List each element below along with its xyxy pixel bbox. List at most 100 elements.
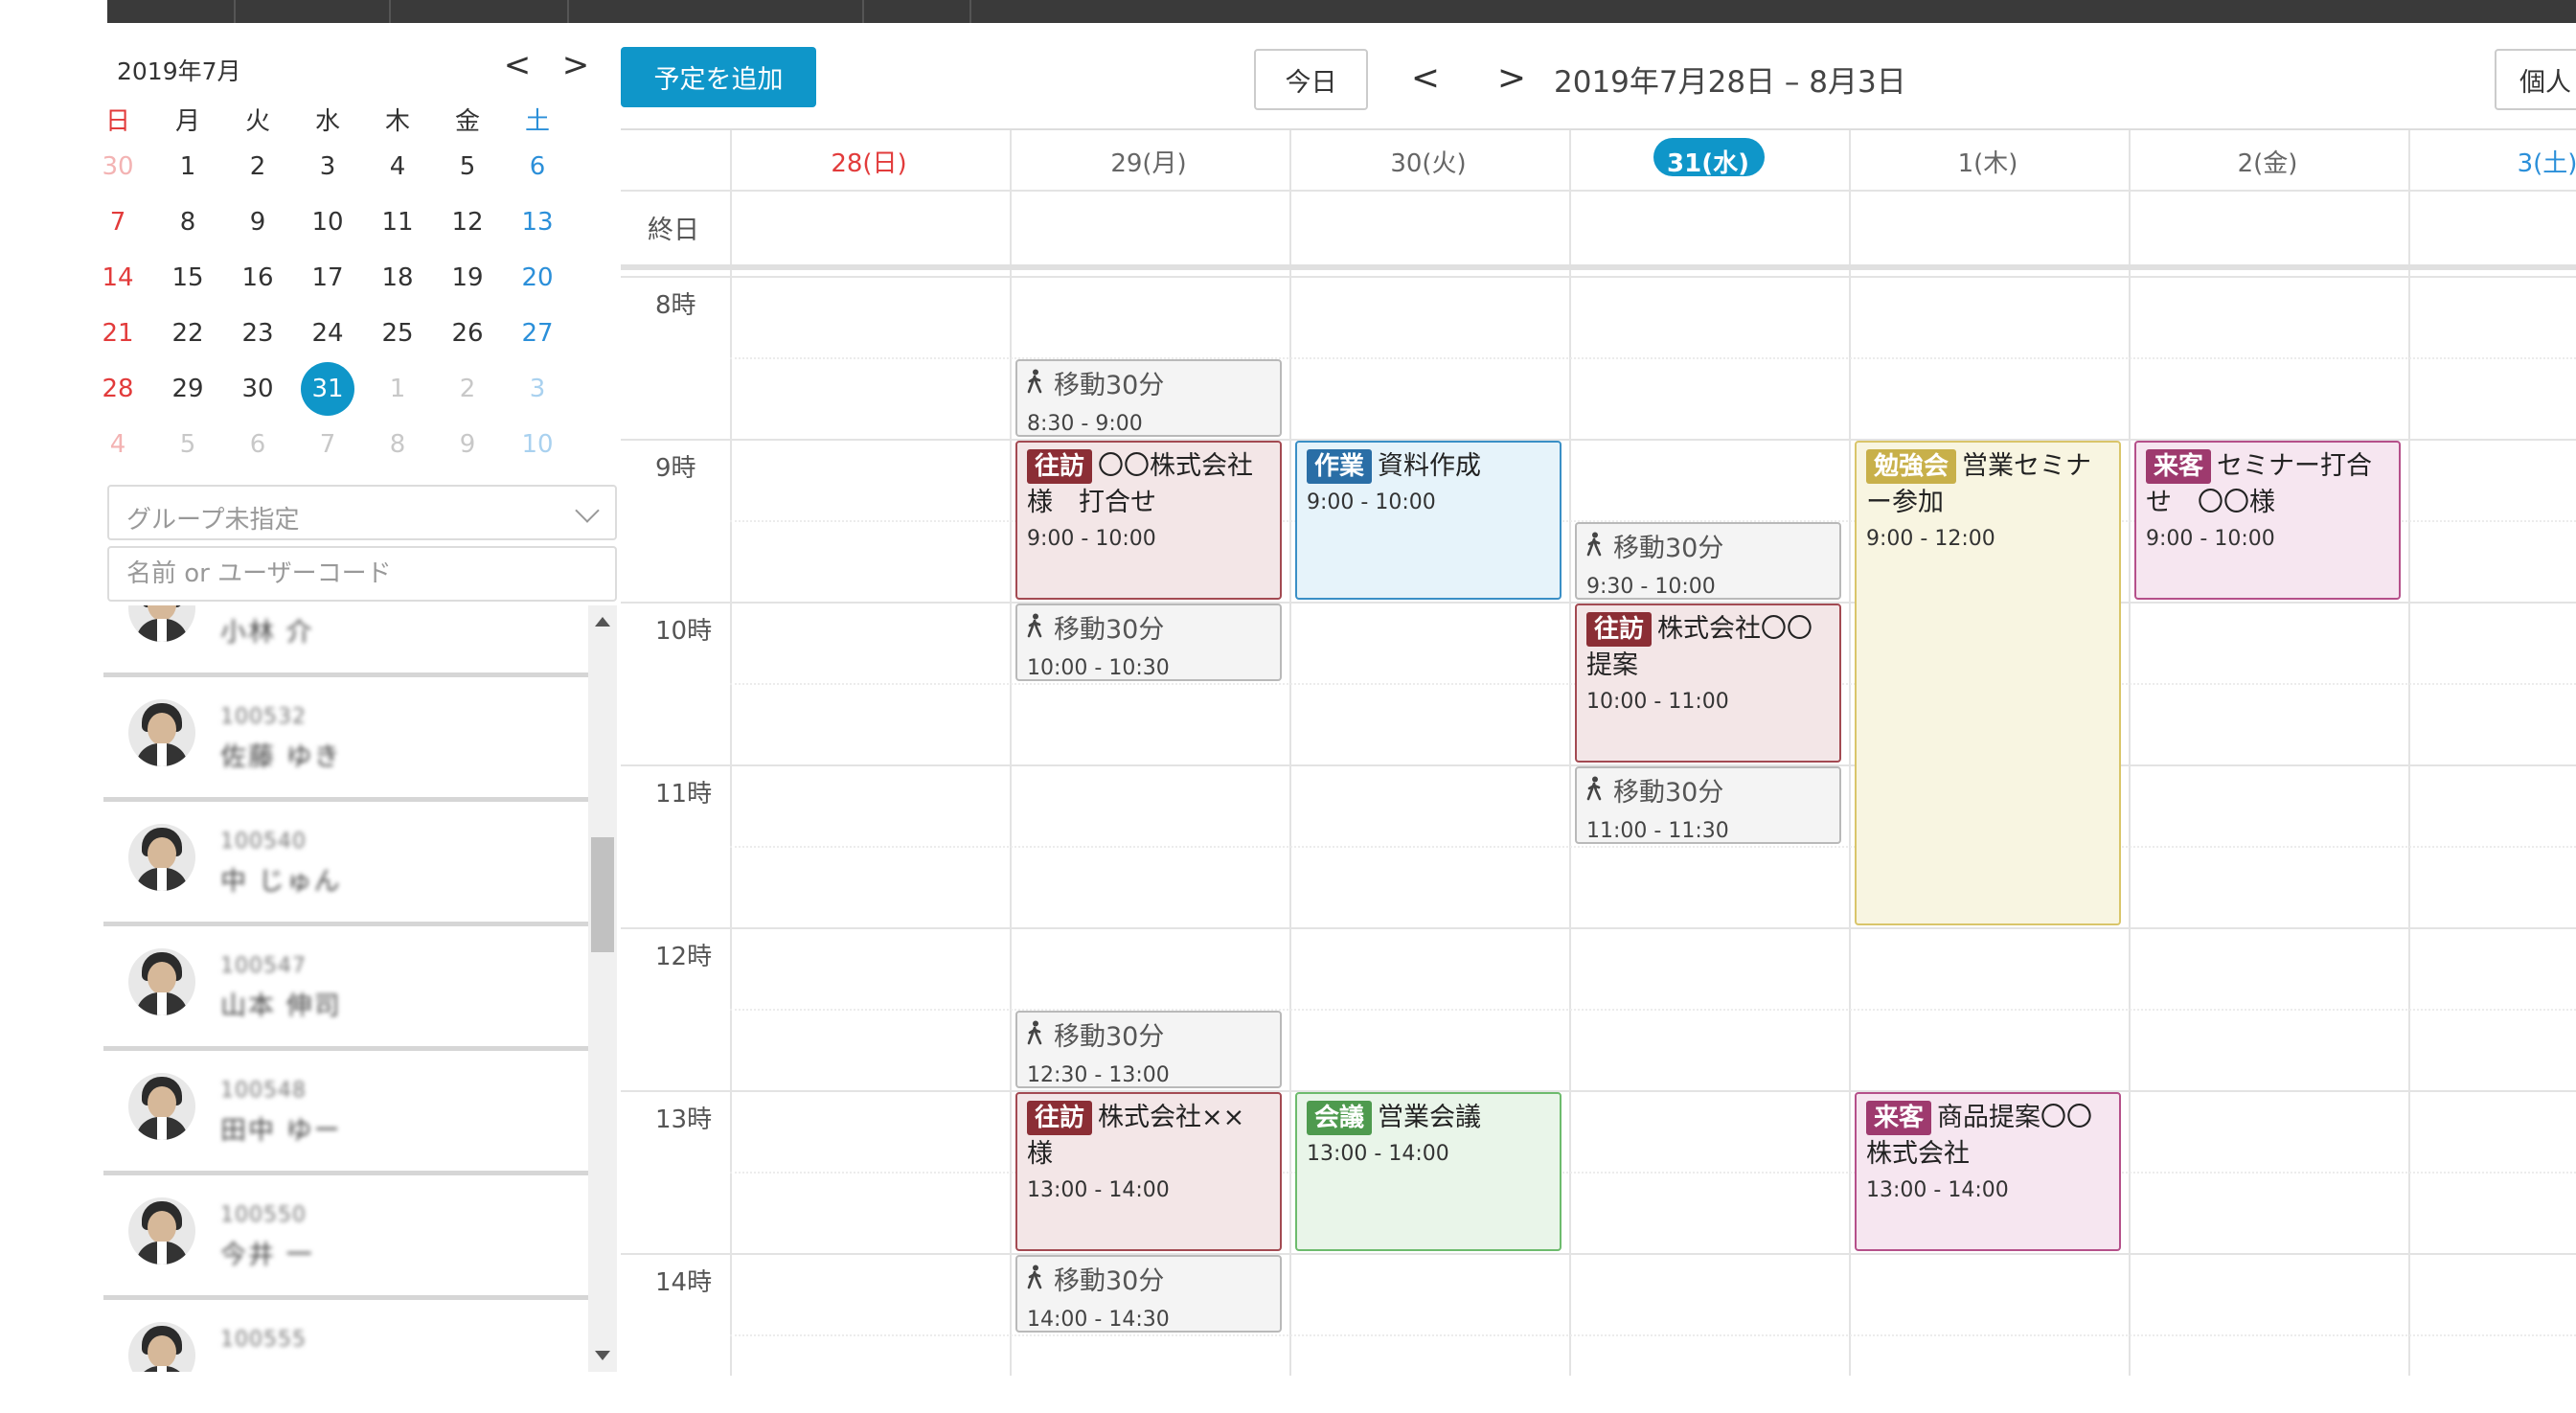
calendar-event[interactable]: 移動30分 14:00 - 14:30 <box>1015 1255 1282 1333</box>
event-title-text: 移動30分 <box>1613 534 1724 563</box>
user-code: 100555 <box>220 1328 307 1352</box>
top-menu-bar <box>107 0 2576 23</box>
scroll-down-icon[interactable] <box>595 1351 610 1360</box>
mini-calendar-day[interactable]: 11 <box>364 201 431 243</box>
avatar <box>128 1073 195 1140</box>
mini-calendar-day[interactable]: 21 <box>84 312 151 354</box>
mini-calendar-day[interactable]: 7 <box>294 423 361 466</box>
user-search-input[interactable] <box>107 546 617 602</box>
calendar-event[interactable]: 移動30分 8:30 - 9:00 <box>1015 359 1282 437</box>
day-header[interactable]: 2(金) <box>2129 144 2406 179</box>
user-list-item[interactable]: 100532 佐藤 ゆき <box>103 678 588 802</box>
mini-calendar-day[interactable]: 9 <box>434 423 501 466</box>
day-header[interactable]: 28(日) <box>730 144 1008 179</box>
mini-calendar-day[interactable]: 2 <box>224 146 291 188</box>
mini-calendar-day[interactable]: 16 <box>224 257 291 299</box>
group-dropdown[interactable]: グループ未指定 <box>107 485 617 540</box>
event-body: 往訪 株式会社××様 13:00 - 14:00 <box>1017 1094 1280 1208</box>
calendar-event[interactable]: 移動30分 11:00 - 11:30 <box>1575 766 1841 844</box>
day-header[interactable]: 3(土) <box>2408 144 2576 179</box>
scroll-up-icon[interactable] <box>595 617 610 627</box>
day-header[interactable]: 31(水) <box>1569 144 1847 179</box>
user-list-scrollbar[interactable] <box>588 605 617 1372</box>
day-header[interactable]: 1(木) <box>1849 144 2127 179</box>
user-list-item[interactable]: 100547 山本 伸司 <box>103 927 588 1051</box>
calendar-event[interactable]: 勉強会 営業セミナー参加 9:00 - 12:00 <box>1855 441 2121 925</box>
mini-calendar-day[interactable]: 9 <box>224 201 291 243</box>
day-header[interactable]: 30(火) <box>1289 144 1567 179</box>
event-body: 移動30分 11:00 - 11:30 <box>1577 768 1839 842</box>
mini-calendar-day[interactable]: 19 <box>434 257 501 299</box>
mini-calendar-day[interactable]: 26 <box>434 312 501 354</box>
today-button[interactable]: 今日 <box>1254 49 1368 110</box>
mini-calendar-day[interactable]: 13 <box>504 201 571 243</box>
add-event-button[interactable]: 予定を追加 <box>621 47 816 107</box>
mini-calendar-day[interactable]: 27 <box>504 312 571 354</box>
mini-calendar-day[interactable]: 10 <box>294 201 361 243</box>
calendar-event[interactable]: 移動30分 12:30 - 13:00 <box>1015 1011 1282 1088</box>
mini-calendar-day[interactable]: 1 <box>364 368 431 410</box>
user-list-item[interactable]: 100540 中 じゅん <box>103 803 588 926</box>
mini-calendar-day[interactable]: 17 <box>294 257 361 299</box>
calendar-event[interactable]: 会議 営業会議 13:00 - 14:00 <box>1295 1092 1562 1251</box>
mini-calendar-next-button[interactable]: > <box>557 46 595 84</box>
scrollbar-thumb[interactable] <box>591 837 614 952</box>
user-list-item[interactable]: 100555 <box>103 1301 588 1372</box>
mini-calendar-day[interactable]: 22 <box>154 312 221 354</box>
user-list-item[interactable]: 100550 今井 一 <box>103 1176 588 1300</box>
user-code: 100547 <box>220 954 307 978</box>
next-week-button[interactable]: > <box>1491 56 1533 102</box>
calendar-event[interactable]: 往訪 株式会社××様 13:00 - 14:00 <box>1015 1092 1282 1251</box>
mini-calendar-day[interactable]: 1 <box>154 146 221 188</box>
mini-calendar-day[interactable]: 8 <box>154 201 221 243</box>
mini-calendar-day[interactable]: 30 <box>224 368 291 410</box>
mini-calendar-day[interactable]: 20 <box>504 257 571 299</box>
calendar-event[interactable]: 往訪 株式会社〇〇 提案 10:00 - 11:00 <box>1575 604 1841 763</box>
mini-calendar-day[interactable]: 14 <box>84 257 151 299</box>
avatar <box>128 824 195 891</box>
mini-calendar-day[interactable]: 7 <box>84 201 151 243</box>
mini-calendar-day[interactable]: 25 <box>364 312 431 354</box>
mini-calendar-day[interactable]: 4 <box>84 423 151 466</box>
user-name: 小林 介 <box>220 618 314 648</box>
mini-calendar-day[interactable]: 31 <box>294 368 361 410</box>
calendar-event[interactable]: 移動30分 10:00 - 10:30 <box>1015 604 1282 681</box>
user-list-item[interactable]: 100548 田中 ゆー <box>103 1052 588 1175</box>
mini-calendar-day[interactable]: 15 <box>154 257 221 299</box>
mini-calendar-day[interactable]: 12 <box>434 201 501 243</box>
day-header[interactable]: 29(月) <box>1010 144 1288 179</box>
half-hour-divider <box>730 1009 2576 1011</box>
mini-calendar-day[interactable]: 18 <box>364 257 431 299</box>
mini-calendar-day[interactable]: 5 <box>434 146 501 188</box>
user-name: 中 じゅん <box>220 867 342 897</box>
walking-person-icon <box>1586 774 1604 810</box>
view-toggle-button[interactable]: 個人 <box>2495 49 2576 110</box>
mini-calendar-day[interactable]: 30 <box>84 146 151 188</box>
mini-calendar-prev-button[interactable]: < <box>498 46 536 84</box>
mini-calendar-day[interactable]: 6 <box>504 146 571 188</box>
calendar-event[interactable]: 移動30分 9:30 - 10:00 <box>1575 522 1841 600</box>
mini-calendar-day[interactable]: 3 <box>294 146 361 188</box>
half-hour-divider <box>730 357 2576 359</box>
mini-calendar-day[interactable]: 3 <box>504 368 571 410</box>
calendar-event[interactable]: 来客 セミナー打合せ 〇〇様 9:00 - 10:00 <box>2134 441 2401 600</box>
user-list-item[interactable]: 100530小林 介 <box>103 605 588 677</box>
calendar-event[interactable]: 作業 資料作成 9:00 - 10:00 <box>1295 441 1562 600</box>
mini-calendar-day[interactable]: 2 <box>434 368 501 410</box>
mini-calendar-day[interactable]: 10 <box>504 423 571 466</box>
event-body: 往訪 株式会社〇〇 提案 10:00 - 11:00 <box>1577 605 1839 719</box>
calendar-event[interactable]: 往訪 〇〇株式会社様 打合せ 9:00 - 10:00 <box>1015 441 1282 600</box>
mini-calendar-day[interactable]: 4 <box>364 146 431 188</box>
event-title: 来客 商品提案〇〇株式会社 <box>1866 1100 2109 1173</box>
mini-calendar-day[interactable]: 29 <box>154 368 221 410</box>
mini-calendar-day[interactable]: 6 <box>224 423 291 466</box>
group-dropdown-label: グループ未指定 <box>126 506 300 535</box>
mini-calendar-day[interactable]: 23 <box>224 312 291 354</box>
day-column-divider <box>2408 130 2410 1376</box>
mini-calendar-day[interactable]: 8 <box>364 423 431 466</box>
prev-week-button[interactable]: < <box>1404 56 1447 102</box>
mini-calendar-day[interactable]: 24 <box>294 312 361 354</box>
mini-calendar-day[interactable]: 28 <box>84 368 151 410</box>
mini-calendar-day[interactable]: 5 <box>154 423 221 466</box>
calendar-event[interactable]: 来客 商品提案〇〇株式会社 13:00 - 14:00 <box>1855 1092 2121 1251</box>
